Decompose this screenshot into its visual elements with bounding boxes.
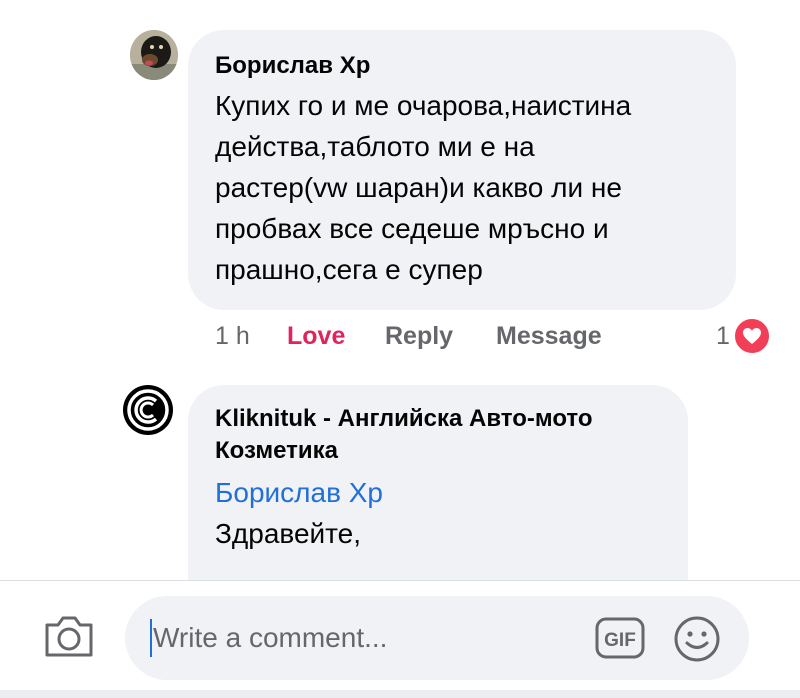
gif-button[interactable]: GIF [595, 616, 645, 660]
comment-input-placeholder[interactable]: Write a comment... [153, 619, 387, 657]
reply-author-line: Козметика [215, 437, 338, 464]
reply-text: Борислав Хр Здравейте, [215, 472, 688, 554]
love-reaction-button[interactable]: Love [287, 322, 345, 351]
reply-text-line: Здравейте, [215, 518, 362, 549]
camera-icon[interactable] [43, 611, 95, 659]
comment-timestamp: 1 h [215, 322, 250, 350]
reaction-count: 1 [716, 321, 730, 350]
reply-author-line: Kliknituk - Английска Авто-мото [215, 405, 593, 432]
dog-photo-icon [130, 30, 178, 80]
reply-author[interactable]: Kliknituk - Английска Авто-мото Козметик… [215, 403, 688, 467]
comment-text-line: действа,таблото ми е на [215, 131, 535, 162]
smiley-icon[interactable] [672, 614, 722, 664]
comment-bubble: Борислав Хр Купих го и ме очарова,наисти… [188, 30, 736, 310]
comment-text-line: пробвах все седеше мръсно и [215, 213, 609, 244]
gif-label: GIF [604, 630, 636, 651]
comment-text-line: прашно,сега е супер [215, 254, 483, 285]
heart-icon [732, 317, 771, 355]
reply-button[interactable]: Reply [385, 322, 453, 351]
message-button[interactable]: Message [496, 322, 602, 351]
kliknituk-logo-icon[interactable] [123, 385, 173, 435]
mention-link[interactable]: Борислав Хр [215, 472, 688, 513]
reply-bubble: Kliknituk - Английска Авто-мото Козметик… [188, 385, 688, 580]
comment-text-line: Купих го и ме очарова,наистина [215, 90, 632, 121]
comment-actions: 1 h Love Reply Message [215, 322, 695, 354]
divider [0, 580, 800, 581]
bottom-bar [0, 690, 800, 698]
reaction-summary[interactable]: 1 [716, 317, 771, 355]
comment-text-line: растер(vw шаран)и какво ли не [215, 172, 622, 203]
text-caret [150, 619, 152, 657]
comment-text: Купих го и ме очарова,наистина действа,т… [215, 85, 736, 290]
comment-author[interactable]: Борислав Хр [215, 50, 736, 82]
avatar[interactable] [130, 30, 178, 80]
comment-thread: Борислав Хр Купих го и ме очарова,наисти… [0, 0, 800, 580]
